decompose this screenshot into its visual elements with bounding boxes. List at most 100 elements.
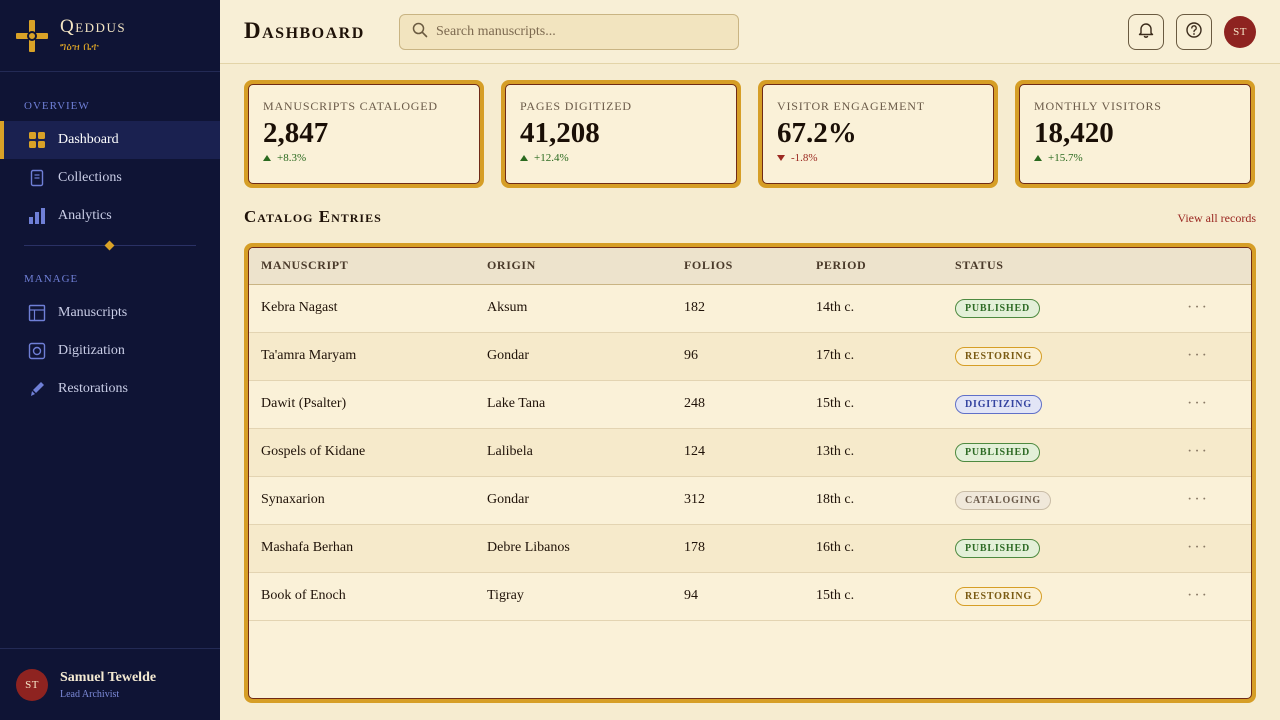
table-row[interactable]: Kebra Nagast Aksum 182 14th c. Published… <box>249 284 1251 333</box>
more-options-icon[interactable]: ··· <box>1175 428 1251 477</box>
kpi-value: 18,420 <box>1034 117 1114 149</box>
trend-up-icon <box>263 155 271 161</box>
catalog-table-frame: Manuscript Origin Folios Period Status K… <box>244 243 1256 703</box>
more-options-icon[interactable]: ··· <box>1175 284 1251 333</box>
table-row[interactable]: Book of Enoch Tigray 94 15th c. Restorin… <box>249 572 1251 621</box>
sidebar-item-digitization[interactable]: Digitization <box>0 332 220 370</box>
status-badge: Restoring <box>955 586 1043 606</box>
table-row[interactable]: Ta'amra Maryam Gondar 96 17th c. Restori… <box>249 332 1251 381</box>
camera-icon <box>28 342 46 360</box>
sidebar-item-label: Analytics <box>58 208 112 223</box>
cross-logo-icon <box>16 19 48 52</box>
trend-up-icon <box>520 155 528 161</box>
cell-period: 13th c. <box>816 428 955 477</box>
column-header-folios[interactable]: Folios <box>684 248 816 285</box>
cell-folios: 312 <box>684 476 816 525</box>
sidebar-item-collections[interactable]: Collections <box>0 159 220 197</box>
search-icon <box>412 22 428 42</box>
cell-folios: 96 <box>684 332 816 381</box>
bar-chart-icon <box>28 207 46 225</box>
layout-icon <box>28 304 46 322</box>
brush-icon <box>28 380 46 398</box>
sidebar-item-label: Dashboard <box>58 132 119 147</box>
cell-origin: Debre Libanos <box>487 524 684 573</box>
more-options-icon[interactable]: ··· <box>1175 476 1251 525</box>
cell-manuscript: Mashafa Berhan <box>249 524 487 573</box>
cell-period: 14th c. <box>816 284 955 333</box>
bell-icon <box>1137 21 1155 43</box>
more-options-icon[interactable]: ··· <box>1175 380 1251 429</box>
cell-period: 17th c. <box>816 332 955 381</box>
brand-name: Qeddus <box>60 16 127 37</box>
table-row[interactable]: Gospels of Kidane Lalibela 124 13th c. P… <box>249 428 1251 477</box>
column-header-origin[interactable]: Origin <box>487 248 684 285</box>
sidebar-item-label: Manuscripts <box>58 305 128 320</box>
sidebar-item-analytics[interactable]: Analytics <box>0 197 220 235</box>
kpi-value: 41,208 <box>520 117 600 149</box>
nav-section-overview: Overview <box>24 100 90 112</box>
sidebar-item-dashboard[interactable]: Dashboard <box>0 121 220 159</box>
sidebar-item-label: Restorations <box>58 381 128 396</box>
user-role: Lead Archivist <box>60 688 120 700</box>
cell-manuscript: Ta'amra Maryam <box>249 332 487 381</box>
table-row[interactable]: Dawit (Psalter) Lake Tana 248 15th c. Di… <box>249 380 1251 429</box>
search-box[interactable] <box>399 14 739 50</box>
cell-folios: 178 <box>684 524 816 573</box>
kpi-pages-digitized: Pages Digitized 41,208 +12.4% <box>501 80 741 188</box>
kpi-delta: +15.7% <box>1034 152 1236 164</box>
kpi-manuscripts-cataloged: Manuscripts Cataloged 2,847 +8.3% <box>244 80 484 188</box>
column-header-period[interactable]: Period <box>816 248 955 285</box>
cell-period: 18th c. <box>816 476 955 525</box>
table-header-row: Manuscript Origin Folios Period Status <box>249 248 1251 285</box>
cell-origin: Lake Tana <box>487 380 684 429</box>
cell-manuscript: Kebra Nagast <box>249 284 487 333</box>
user-avatar-button[interactable]: ST <box>1224 16 1256 48</box>
more-options-icon[interactable]: ··· <box>1175 332 1251 381</box>
cell-period: 16th c. <box>816 524 955 573</box>
status-badge: Cataloging <box>955 490 1051 510</box>
cell-origin: Gondar <box>487 476 684 525</box>
help-button[interactable] <box>1176 14 1212 50</box>
kpi-value: 2,847 <box>263 117 329 149</box>
kpi-label: Monthly Visitors <box>1034 99 1162 113</box>
kpi-label: Pages Digitized <box>520 99 632 113</box>
main-content: Dashboard ST Manuscripts Cataloged 2,847… <box>220 0 1280 720</box>
trend-down-icon <box>777 155 785 161</box>
cell-manuscript: Book of Enoch <box>249 572 487 621</box>
table-row[interactable]: Synaxarion Gondar 312 18th c. Cataloging… <box>249 476 1251 525</box>
brand[interactable]: Qeddus ግዕዝ ቤተ <box>0 0 220 72</box>
sidebar-item-manuscripts[interactable]: Manuscripts <box>0 294 220 332</box>
kpi-label: Visitor Engagement <box>777 99 925 113</box>
diamond-icon <box>104 240 115 251</box>
search-input[interactable] <box>436 24 726 40</box>
catalog-table: Manuscript Origin Folios Period Status K… <box>249 248 1251 621</box>
column-header-manuscript[interactable]: Manuscript <box>249 248 487 285</box>
avatar: ST <box>16 668 48 701</box>
view-all-records-link[interactable]: View all records <box>1177 211 1256 226</box>
kpi-visitor-engagement: Visitor Engagement 67.2% -1.8% <box>758 80 998 188</box>
user-profile[interactable]: ST Samuel Tewelde Lead Archivist <box>0 648 220 720</box>
status-badge: Restoring <box>955 346 1043 366</box>
kpi-delta: -1.8% <box>777 152 979 164</box>
cell-manuscript: Gospels of Kidane <box>249 428 487 477</box>
trend-up-icon <box>1034 155 1042 161</box>
user-name: Samuel Tewelde <box>60 669 157 685</box>
more-options-icon[interactable]: ··· <box>1175 572 1251 621</box>
cell-folios: 248 <box>684 380 816 429</box>
notifications-button[interactable] <box>1128 14 1164 50</box>
help-icon <box>1185 21 1203 43</box>
more-options-icon[interactable]: ··· <box>1175 524 1251 573</box>
status-badge: Published <box>955 442 1040 462</box>
kpi-value: 67.2% <box>777 117 857 149</box>
sidebar-item-restorations[interactable]: Restorations <box>0 370 220 408</box>
catalog-title: Catalog Entries <box>244 207 382 226</box>
kpi-monthly-visitors: Monthly Visitors 18,420 +15.7% <box>1015 80 1255 188</box>
page-title: Dashboard <box>244 18 365 43</box>
cell-period: 15th c. <box>816 572 955 621</box>
table-row[interactable]: Mashafa Berhan Debre Libanos 178 16th c.… <box>249 524 1251 573</box>
column-header-status[interactable]: Status <box>955 248 1175 285</box>
sidebar: Qeddus ግዕዝ ቤተ Overview Dashboard Collect… <box>0 0 220 720</box>
cell-folios: 182 <box>684 284 816 333</box>
brand-subtitle: ግዕዝ ቤተ <box>60 40 99 53</box>
status-badge: Digitizing <box>955 394 1042 414</box>
